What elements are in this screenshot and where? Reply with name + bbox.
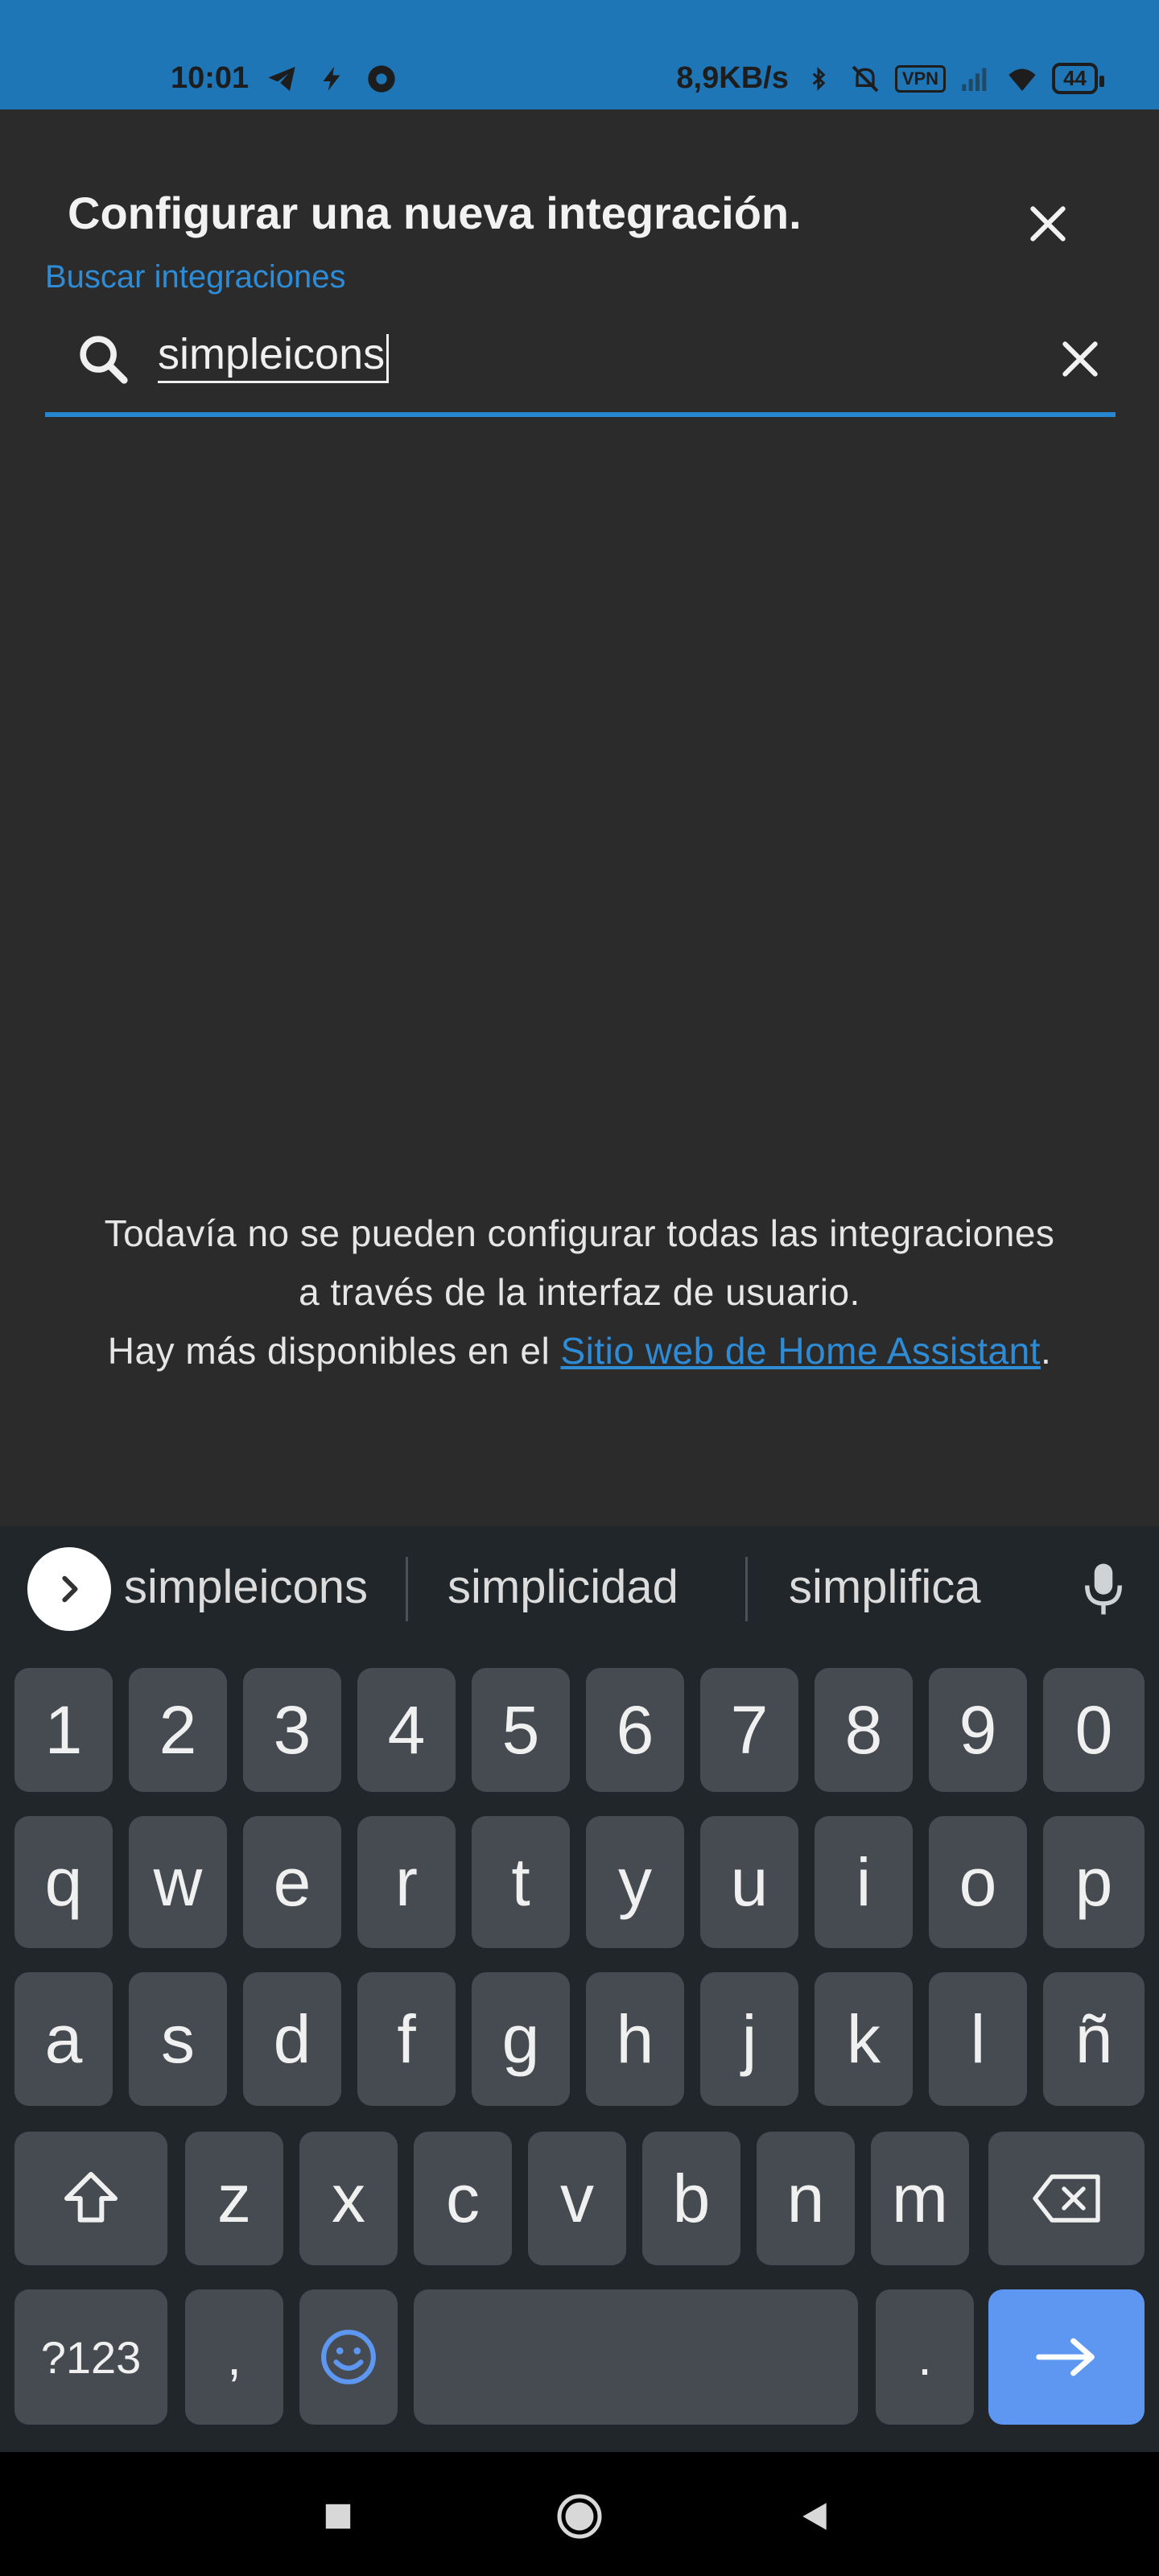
text-caret (386, 333, 390, 381)
mute-bell-icon (848, 62, 882, 96)
search-field[interactable]: simpleicons (45, 306, 1116, 417)
clear-search-button[interactable] (1048, 327, 1112, 391)
key-v[interactable]: v (528, 2132, 626, 2265)
wifi-icon (1005, 62, 1039, 96)
key-6[interactable]: 6 (586, 1668, 684, 1792)
home-assistant-website-link[interactable]: Sitio web de Home Assistant (561, 1330, 1041, 1372)
app-notification-icon (365, 62, 398, 96)
key-r[interactable]: r (357, 1816, 456, 1948)
integration-info-text: Todavía no se pueden configurar todas la… (32, 1204, 1127, 1381)
key-j[interactable]: j (700, 1972, 798, 2106)
key-1[interactable]: 1 (14, 1668, 113, 1792)
info-line-3: Hay más disponibles en el Sitio web de H… (32, 1322, 1127, 1381)
key-c[interactable]: c (414, 2132, 512, 2265)
key-l[interactable]: l (929, 1972, 1027, 2106)
backspace-key[interactable] (988, 2132, 1145, 2265)
arrow-right-icon (1036, 2338, 1095, 2376)
key-m[interactable]: m (871, 2132, 969, 2265)
network-speed: 8,9KB/s (676, 61, 789, 95)
key-2[interactable]: 2 (129, 1668, 227, 1792)
key-4[interactable]: 4 (357, 1668, 456, 1792)
square-icon (325, 2504, 351, 2529)
key-o[interactable]: o (929, 1816, 1027, 1948)
key-a[interactable]: a (14, 1972, 113, 2106)
back-triangle-icon (802, 2503, 827, 2530)
key-9[interactable]: 9 (929, 1668, 1027, 1792)
key-7[interactable]: 7 (700, 1668, 798, 1792)
suggestion-3[interactable]: simplifica (789, 1560, 981, 1614)
microphone-icon (1085, 1563, 1122, 1615)
key-s[interactable]: s (129, 1972, 227, 2106)
info-line-2: a través de la interfaz de usuario. (299, 1271, 860, 1313)
home-button[interactable] (547, 2484, 612, 2549)
clear-icon (1062, 341, 1098, 377)
close-dialog-button[interactable] (1017, 193, 1079, 254)
key-p[interactable]: p (1043, 1816, 1145, 1948)
home-circle-icon (557, 2494, 602, 2539)
shift-key[interactable] (14, 2132, 167, 2265)
suggestion-strip: simpleicons simplicidad simplifica (0, 1526, 1159, 1647)
key-3[interactable]: 3 (243, 1668, 341, 1792)
suggestion-1[interactable]: simpleicons (124, 1560, 368, 1614)
search-input[interactable]: simpleicons (158, 330, 390, 383)
key-f[interactable]: f (357, 1972, 456, 2106)
status-time: 10:01 (171, 61, 250, 95)
recents-button[interactable] (306, 2484, 370, 2549)
key-y[interactable]: y (586, 1816, 684, 1948)
symbols-key[interactable]: ?123 (14, 2289, 167, 2425)
key-d[interactable]: d (243, 1972, 341, 2106)
keyboard: simpleicons simplicidad simplifica 1 2 3… (0, 1526, 1159, 2452)
key-b[interactable]: b (642, 2132, 740, 2265)
key-n-tilde[interactable]: ñ (1043, 1972, 1145, 2106)
suggestion-divider (745, 1557, 748, 1621)
dialog-title: Configurar una nueva integración. (68, 188, 802, 238)
key-w[interactable]: w (129, 1816, 227, 1948)
key-h[interactable]: h (586, 1972, 684, 2106)
lightning-icon (315, 62, 349, 96)
search-label: Buscar integraciones (45, 259, 346, 295)
key-i[interactable]: i (815, 1816, 913, 1948)
key-q[interactable]: q (14, 1816, 113, 1948)
key-5[interactable]: 5 (472, 1668, 570, 1792)
status-bar: 10:01 8,9KB/s VPN 44 (0, 0, 1159, 109)
key-u[interactable]: u (700, 1816, 798, 1948)
suggestion-2[interactable]: simplicidad (448, 1560, 678, 1614)
telegram-icon (265, 62, 299, 96)
enter-key[interactable] (988, 2289, 1145, 2425)
emoji-icon (321, 2330, 376, 2384)
info-line-3-suffix: . (1040, 1330, 1052, 1372)
battery-indicator: 44 (1052, 63, 1104, 94)
suggestion-divider (406, 1557, 408, 1621)
emoji-key[interactable] (299, 2289, 398, 2425)
key-0[interactable]: 0 (1043, 1668, 1145, 1792)
search-input-value: simpleicons (158, 330, 386, 378)
space-key[interactable] (414, 2289, 858, 2425)
comma-key[interactable]: , (185, 2289, 283, 2425)
key-e[interactable]: e (243, 1816, 341, 1948)
key-t[interactable]: t (472, 1816, 570, 1948)
backspace-icon (1033, 2174, 1100, 2223)
expand-toolbar-button[interactable] (27, 1547, 111, 1631)
key-k[interactable]: k (815, 1972, 913, 2106)
system-navigation-bar (0, 2452, 1159, 2576)
key-8[interactable]: 8 (815, 1668, 913, 1792)
info-line-3-prefix: Hay más disponibles en el (107, 1330, 561, 1372)
period-key[interactable]: . (876, 2289, 974, 2425)
back-button[interactable] (782, 2484, 847, 2549)
search-icon (71, 327, 135, 391)
status-bar-left: 10:01 (171, 61, 398, 96)
bluetooth-icon (802, 62, 835, 96)
key-x[interactable]: x (299, 2132, 398, 2265)
voice-input-button[interactable] (1075, 1555, 1132, 1623)
key-z[interactable]: z (185, 2132, 283, 2265)
key-g[interactable]: g (472, 1972, 570, 2106)
vpn-badge: VPN (894, 64, 947, 93)
info-line-1: Todavía no se pueden configurar todas la… (104, 1212, 1055, 1254)
shift-icon (64, 2172, 118, 2223)
signal-icon (959, 62, 992, 96)
chevron-right-icon (62, 1575, 78, 1603)
close-icon (1030, 206, 1066, 242)
key-n[interactable]: n (757, 2132, 855, 2265)
status-bar-right: 8,9KB/s VPN 44 (676, 61, 1104, 96)
